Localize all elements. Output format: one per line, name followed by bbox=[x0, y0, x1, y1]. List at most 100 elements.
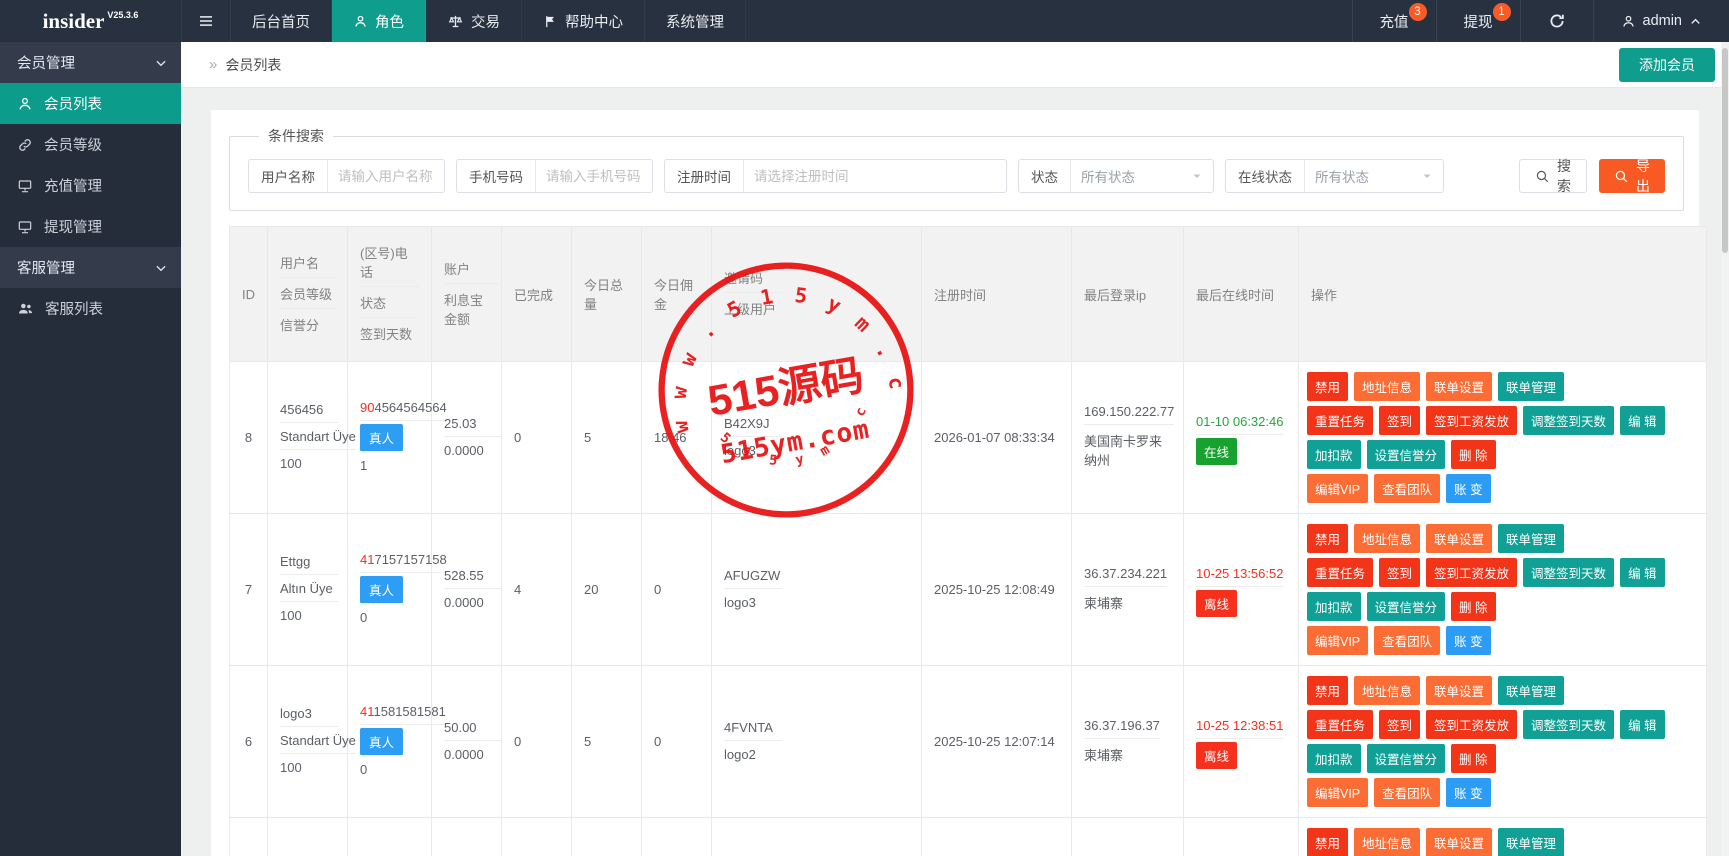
action-button[interactable]: 签到工资发放 bbox=[1426, 558, 1517, 587]
action-button[interactable]: 删 除 bbox=[1451, 440, 1495, 469]
action-button[interactable]: 联单设置 bbox=[1426, 372, 1492, 401]
sidebar-item-member-list[interactable]: 会员列表 bbox=[0, 83, 181, 124]
action-button[interactable]: 设置信誉分 bbox=[1367, 592, 1446, 621]
action-button[interactable]: 查看团队 bbox=[1374, 474, 1440, 503]
user-icon bbox=[1621, 14, 1636, 29]
action-button[interactable]: 删 除 bbox=[1451, 744, 1495, 773]
sidebar-toggle-button[interactable] bbox=[181, 0, 231, 42]
recharge-nav-button[interactable]: 充值 3 bbox=[1352, 0, 1436, 42]
admin-user-menu[interactable]: admin bbox=[1593, 0, 1729, 42]
action-button[interactable]: 重置任务 bbox=[1307, 710, 1373, 739]
completed-count: 4 bbox=[514, 582, 521, 597]
action-button[interactable]: 联单设置 bbox=[1426, 828, 1492, 856]
action-button[interactable]: 禁用 bbox=[1307, 676, 1348, 705]
reg-time-input[interactable] bbox=[744, 160, 1006, 192]
action-button[interactable]: 联单管理 bbox=[1498, 828, 1564, 856]
caret-down-icon bbox=[1421, 170, 1433, 182]
action-button[interactable]: 查看团队 bbox=[1374, 626, 1440, 655]
sidebar-item-label: 会员列表 bbox=[44, 93, 102, 114]
action-button[interactable]: 设置信誉分 bbox=[1367, 744, 1446, 773]
action-button[interactable]: 签到 bbox=[1379, 710, 1420, 739]
action-button[interactable]: 删 除 bbox=[1451, 592, 1495, 621]
action-button[interactable]: 禁用 bbox=[1307, 828, 1348, 856]
online-status-select-group: 在线状态 所有状态 bbox=[1225, 159, 1444, 193]
action-button[interactable]: 加扣款 bbox=[1307, 440, 1361, 469]
action-button[interactable]: 设置信誉分 bbox=[1367, 440, 1446, 469]
export-button-label: 导 出 bbox=[1636, 156, 1650, 196]
action-button[interactable]: 编辑VIP bbox=[1307, 474, 1368, 503]
action-button[interactable]: 重置任务 bbox=[1307, 406, 1373, 435]
board-icon bbox=[17, 219, 33, 235]
action-button[interactable]: 联单管理 bbox=[1498, 372, 1564, 401]
members-table-wrap: ID 用户名会员等级信誉分 (区号)电话状态签到天数 账户利息宝金额 已完成 今… bbox=[229, 226, 1681, 856]
sidebar: 会员管理 会员列表 会员等级 充值管理 提现管理 客服管理 bbox=[0, 42, 181, 856]
sidebar-item-withdraw-management[interactable]: 提现管理 bbox=[0, 206, 181, 247]
member-username: 456456 bbox=[280, 399, 338, 423]
sidebar-item-service-list[interactable]: 客服列表 bbox=[0, 288, 181, 329]
sidebar-item-recharge-management[interactable]: 充值管理 bbox=[0, 165, 181, 206]
export-button[interactable]: 导 出 bbox=[1599, 159, 1665, 193]
action-button[interactable]: 签到 bbox=[1379, 406, 1420, 435]
action-button[interactable]: 加扣款 bbox=[1307, 744, 1361, 773]
phone-number: 1581581581 bbox=[374, 704, 446, 719]
action-button[interactable]: 编 辑 bbox=[1620, 406, 1664, 435]
refresh-icon bbox=[1548, 12, 1566, 30]
column-header-id: ID bbox=[230, 227, 268, 362]
action-button[interactable]: 联单设置 bbox=[1426, 524, 1492, 553]
action-button[interactable]: 账 变 bbox=[1446, 474, 1490, 503]
username-input[interactable] bbox=[328, 160, 444, 192]
action-button[interactable]: 重置任务 bbox=[1307, 558, 1373, 587]
action-button[interactable]: 签到 bbox=[1379, 558, 1420, 587]
nav-item-dashboard[interactable]: 后台首页 bbox=[231, 0, 332, 42]
member-id: 6 bbox=[245, 734, 252, 749]
refresh-button[interactable] bbox=[1520, 0, 1593, 42]
action-button[interactable]: 调整签到天数 bbox=[1523, 406, 1614, 435]
add-member-button[interactable]: 添加会员 bbox=[1619, 48, 1715, 82]
invite-code: AFUGZW bbox=[724, 565, 782, 589]
page-scrollbar-thumb[interactable] bbox=[1722, 48, 1728, 253]
today-commission: 18.46 bbox=[654, 430, 687, 445]
action-button[interactable]: 签到工资发放 bbox=[1426, 710, 1517, 739]
status-select[interactable]: 所有状态 bbox=[1071, 160, 1213, 192]
action-button[interactable]: 地址信息 bbox=[1354, 828, 1420, 856]
table-row: 8 456456 Standart Üye 100 904564564564 真… bbox=[230, 362, 1707, 514]
column-header-today-commission: 今日佣金 bbox=[642, 227, 712, 362]
action-button[interactable]: 禁用 bbox=[1307, 372, 1348, 401]
action-button[interactable]: 禁用 bbox=[1307, 524, 1348, 553]
action-button[interactable]: 联单设置 bbox=[1426, 676, 1492, 705]
filter-row: 用户名称 手机号码 注册时间 状态 所有状态 bbox=[248, 159, 1665, 193]
member-credit-score: 100 bbox=[280, 453, 302, 476]
action-button[interactable]: 编辑VIP bbox=[1307, 778, 1368, 807]
action-button[interactable]: 联单管理 bbox=[1498, 524, 1564, 553]
action-button[interactable]: 账 变 bbox=[1446, 778, 1490, 807]
nav-item-help-center[interactable]: 帮助中心 bbox=[522, 0, 645, 42]
search-panel-legend: 条件搜索 bbox=[259, 126, 333, 146]
action-button[interactable]: 调整签到天数 bbox=[1523, 558, 1614, 587]
nav-item-system[interactable]: 系统管理 bbox=[645, 0, 746, 42]
action-button[interactable]: 地址信息 bbox=[1354, 676, 1420, 705]
chevron-down-icon bbox=[154, 261, 168, 275]
action-button[interactable]: 编辑VIP bbox=[1307, 626, 1368, 655]
action-button[interactable]: 地址信息 bbox=[1354, 372, 1420, 401]
sidebar-group-label: 客服管理 bbox=[17, 257, 75, 278]
action-button[interactable]: 加扣款 bbox=[1307, 592, 1361, 621]
link-icon bbox=[17, 137, 33, 153]
action-button[interactable]: 调整签到天数 bbox=[1523, 710, 1614, 739]
action-button[interactable]: 地址信息 bbox=[1354, 524, 1420, 553]
nav-item-roles[interactable]: 角色 bbox=[332, 0, 426, 42]
nav-item-trade[interactable]: 交易 bbox=[426, 0, 522, 42]
action-button[interactable]: 编 辑 bbox=[1620, 710, 1664, 739]
action-button[interactable]: 编 辑 bbox=[1620, 558, 1664, 587]
phone-input[interactable] bbox=[536, 160, 652, 192]
action-button[interactable]: 签到工资发放 bbox=[1426, 406, 1517, 435]
sidebar-item-member-level[interactable]: 会员等级 bbox=[0, 124, 181, 165]
search-button[interactable]: 搜 索 bbox=[1519, 159, 1587, 193]
action-button[interactable]: 账 变 bbox=[1446, 626, 1490, 655]
sidebar-group-member-management[interactable]: 会员管理 bbox=[0, 42, 181, 83]
action-button[interactable]: 查看团队 bbox=[1374, 778, 1440, 807]
today-commission: 0 bbox=[654, 734, 661, 749]
withdraw-nav-button[interactable]: 提现 1 bbox=[1436, 0, 1520, 42]
action-button[interactable]: 联单管理 bbox=[1498, 676, 1564, 705]
sidebar-group-service-management[interactable]: 客服管理 bbox=[0, 247, 181, 288]
online-status-select[interactable]: 所有状态 bbox=[1305, 160, 1443, 192]
